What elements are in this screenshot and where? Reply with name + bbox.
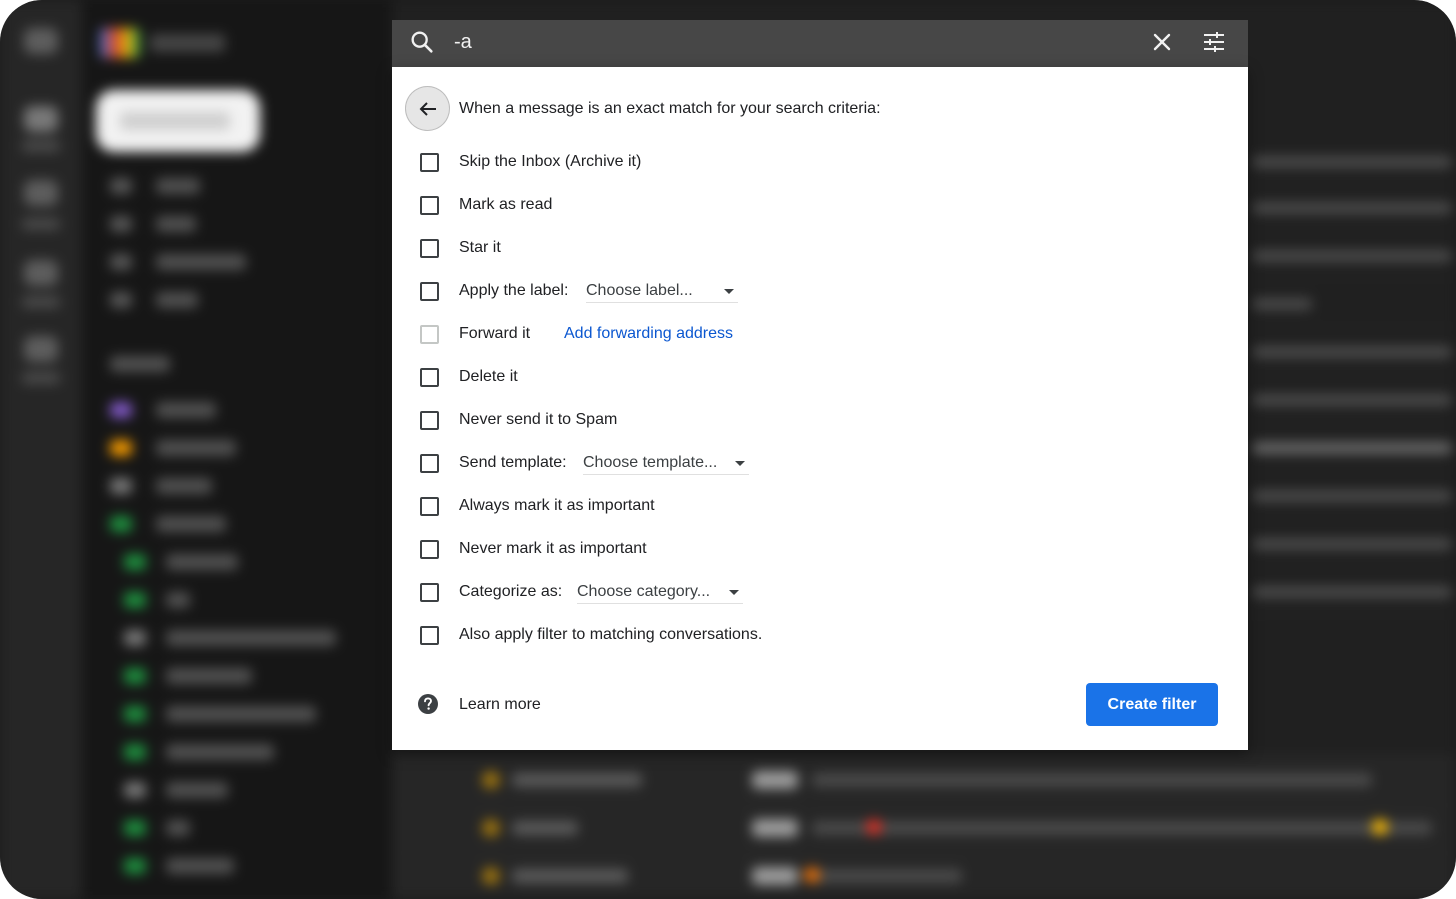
option-label: Apply the label: bbox=[459, 282, 569, 299]
mail-icon bbox=[24, 106, 58, 132]
categorize-checkbox[interactable] bbox=[420, 583, 439, 602]
star-it-checkbox[interactable] bbox=[420, 239, 439, 258]
apply-label-checkbox[interactable] bbox=[420, 282, 439, 301]
option-label: Never mark it as important bbox=[459, 540, 647, 557]
option-label: Always mark it as important bbox=[459, 497, 655, 514]
category-dropdown-value: Choose category... bbox=[577, 583, 711, 600]
left-rail bbox=[0, 0, 82, 899]
meet-icon bbox=[24, 260, 58, 286]
search-bar bbox=[392, 20, 1248, 67]
filter-criteria-heading: When a message is an exact match for you… bbox=[459, 100, 881, 117]
delete-it-checkbox[interactable] bbox=[420, 368, 439, 387]
learn-more-link[interactable]: Learn more bbox=[459, 694, 541, 716]
forward-it-checkbox bbox=[420, 325, 439, 344]
label-dropdown-value: Choose label... bbox=[586, 282, 693, 299]
create-filter-button[interactable]: Create filter bbox=[1086, 683, 1218, 726]
close-icon[interactable] bbox=[1146, 26, 1178, 58]
dropdown-caret-icon bbox=[735, 461, 745, 466]
dropdown-caret-icon bbox=[724, 289, 734, 294]
option-label: Delete it bbox=[459, 368, 518, 385]
never-spam-checkbox[interactable] bbox=[420, 411, 439, 430]
option-label: Also apply filter to matching conversati… bbox=[459, 626, 763, 643]
gmail-logo bbox=[100, 28, 230, 58]
help-icon[interactable] bbox=[417, 693, 439, 715]
option-label: Forward it bbox=[459, 325, 531, 342]
search-input[interactable]: -a bbox=[454, 28, 472, 56]
label-dropdown[interactable]: Choose label... bbox=[586, 280, 738, 303]
option-label: Skip the Inbox (Archive it) bbox=[459, 153, 642, 170]
tune-icon[interactable] bbox=[1198, 26, 1230, 58]
option-label: Categorize as: bbox=[459, 583, 563, 600]
apply-to-matching-checkbox[interactable] bbox=[420, 626, 439, 645]
mail-row bbox=[392, 756, 1456, 803]
template-dropdown-value: Choose template... bbox=[583, 454, 718, 471]
menu-icon bbox=[24, 28, 58, 54]
chat-icon bbox=[24, 180, 58, 206]
rail-label bbox=[22, 296, 60, 308]
never-important-checkbox[interactable] bbox=[420, 540, 439, 559]
app-window: -a When a message is an exact match for … bbox=[0, 0, 1456, 899]
add-forwarding-address-link[interactable]: Add forwarding address bbox=[564, 323, 733, 345]
option-label: Send template: bbox=[459, 454, 567, 471]
rail-label bbox=[22, 140, 60, 152]
search-icon[interactable] bbox=[408, 28, 436, 56]
option-label: Never send it to Spam bbox=[459, 411, 618, 428]
skip-inbox-checkbox[interactable] bbox=[420, 153, 439, 172]
send-template-checkbox[interactable] bbox=[420, 454, 439, 473]
rail-label bbox=[22, 218, 60, 230]
always-important-checkbox[interactable] bbox=[420, 497, 439, 516]
compose-button bbox=[96, 90, 260, 152]
mail-row bbox=[392, 852, 1456, 899]
back-button[interactable] bbox=[405, 86, 450, 131]
rail-label bbox=[22, 372, 60, 384]
option-label: Mark as read bbox=[459, 196, 553, 213]
category-dropdown[interactable]: Choose category... bbox=[577, 581, 743, 604]
spaces-icon bbox=[24, 336, 58, 362]
mail-row bbox=[392, 804, 1456, 851]
template-dropdown[interactable]: Choose template... bbox=[583, 452, 749, 475]
option-label: Star it bbox=[459, 239, 501, 256]
arrow-back-icon bbox=[419, 102, 436, 116]
mark-as-read-checkbox[interactable] bbox=[420, 196, 439, 215]
dropdown-caret-icon bbox=[729, 590, 739, 595]
